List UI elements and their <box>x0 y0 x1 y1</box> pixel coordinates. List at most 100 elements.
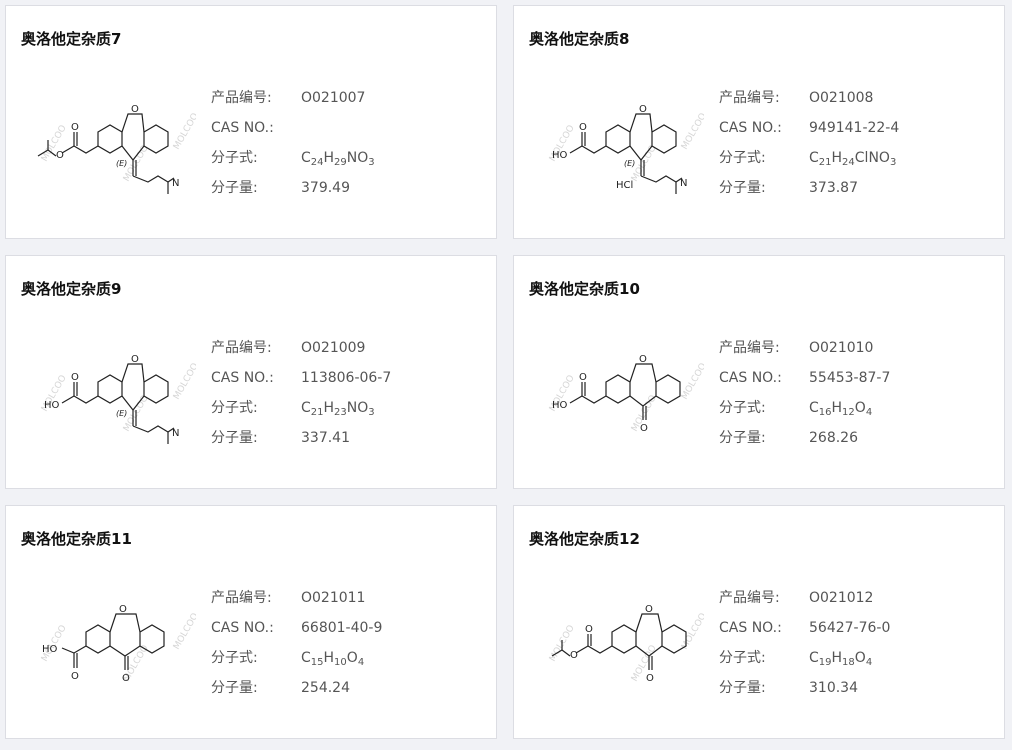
formula-row: 分子式: C19H18O4 <box>719 648 890 678</box>
product-no-row: 产品编号: O021011 <box>211 588 382 618</box>
formula-value: C19H18O4 <box>809 648 872 673</box>
formula-value: C21H23NO3 <box>301 398 375 423</box>
cas-row: CAS NO.: 66801-40-9 <box>211 618 382 648</box>
product-card-7[interactable]: 奥洛他定杂质7 MOLCOO MOLCOO MOLCOO O O O (E) N… <box>5 5 497 239</box>
atom-label: (E) <box>116 409 127 418</box>
cas-label: CAS NO.: <box>211 370 274 386</box>
product-title[interactable]: 奥洛他定杂质10 <box>529 278 640 299</box>
product-no-value: O021011 <box>301 590 366 606</box>
cas-value: 56427-76-0 <box>809 620 891 636</box>
product-properties: 产品编号: O021012 CAS NO.: 56427-76-0 分子式: C19H… <box>719 588 890 708</box>
atom-label: N <box>172 428 179 439</box>
atom-label: O <box>131 354 139 365</box>
watermark: MOLCOO MOLCOO MOLCOO <box>548 612 704 684</box>
formula-part: H <box>323 150 335 166</box>
formula-part: C <box>809 650 819 666</box>
product-properties: 产品编号: O021008 CAS NO.: 949141-22-4 分子式: C21… <box>719 88 899 208</box>
cas-label: CAS NO.: <box>719 120 782 136</box>
atom-label: O <box>71 671 79 682</box>
product-properties: 产品编号: O021009 CAS NO.: 113806-06-7 分子式: C21… <box>211 338 391 458</box>
formula-subscript: 24 <box>310 157 324 168</box>
mol-weight-label: 分子量: <box>211 680 258 696</box>
product-title[interactable]: 奥洛他定杂质8 <box>529 28 629 49</box>
product-title[interactable]: 奥洛他定杂质11 <box>21 528 132 549</box>
atom-label: O <box>570 650 578 661</box>
product-card-12[interactable]: 奥洛他定杂质12 MOLCOO MOLCOO MOLCOO O O O O 产品… <box>513 505 1005 739</box>
formula-subscript: 23 <box>334 407 347 418</box>
molecule-bonds <box>61 613 165 670</box>
atom-label: HO <box>44 400 60 411</box>
product-title[interactable]: 奥洛他定杂质12 <box>529 528 640 549</box>
mol-weight-row: 分子量: 337.41 <box>211 428 391 458</box>
formula-subscript: 15 <box>310 657 324 668</box>
watermark-text: MOLCOO <box>172 362 196 402</box>
formula-part: ClNO <box>854 150 890 166</box>
product-no-row: 产品编号: O021008 <box>719 88 899 118</box>
mol-weight-row: 分子量: 254.24 <box>211 678 382 708</box>
product-title[interactable]: 奥洛他定杂质7 <box>21 28 121 49</box>
formula-part: C <box>809 150 819 166</box>
watermark-text: MOLCOO <box>172 612 196 652</box>
watermark-text: MOLCOO <box>630 644 659 684</box>
product-no-value: O021007 <box>301 90 366 106</box>
mol-weight-label: 分子量: <box>719 680 766 696</box>
product-no-row: 产品编号: O021007 <box>211 88 375 118</box>
product-no-row: 产品编号: O021010 <box>719 338 890 368</box>
formula-part: H <box>831 400 843 416</box>
formula-subscript: 4 <box>865 407 873 418</box>
atom-label: O <box>645 604 653 615</box>
product-card-11[interactable]: 奥洛他定杂质11 MOLCOO MOLCOO MOLCOO O HO O O 产… <box>5 505 497 739</box>
formula-subscript: 21 <box>818 157 832 168</box>
atom-label: N <box>680 178 687 189</box>
watermark-text: MOLCOO <box>680 112 704 152</box>
structure-image: MOLCOO MOLCOO MOLCOO O HO O O <box>40 604 196 684</box>
formula-row: 分子式: C24H29NO3 <box>211 148 375 178</box>
watermark: MOLCOO MOLCOO MOLCOO <box>548 362 704 434</box>
atom-label: (E) <box>116 159 127 168</box>
product-no-label: 产品编号: <box>211 90 272 106</box>
product-title[interactable]: 奥洛他定杂质9 <box>21 278 121 299</box>
watermark: MOLCOO MOLCOO MOLCOO <box>40 362 196 434</box>
formula-value: C16H12O4 <box>809 398 872 423</box>
atom-label: O <box>585 624 593 635</box>
formula-part: C <box>809 400 819 416</box>
cas-row: CAS NO.: 56427-76-0 <box>719 618 890 648</box>
mol-weight-value: 379.49 <box>301 180 350 196</box>
molecule-bonds <box>551 613 687 670</box>
mol-weight-value: 373.87 <box>809 180 858 196</box>
product-no-value: O021008 <box>809 90 874 106</box>
formula-value: C24H29NO3 <box>301 148 375 173</box>
product-no-row: 产品编号: O021009 <box>211 338 391 368</box>
formula-part: H <box>831 650 843 666</box>
atom-label: O <box>640 423 648 434</box>
product-no-label: 产品编号: <box>719 90 780 106</box>
formula-part: C <box>301 150 311 166</box>
mol-weight-value: 254.24 <box>301 680 350 696</box>
atom-label: N <box>172 178 179 189</box>
atom-label: O <box>119 604 127 615</box>
mol-weight-value: 337.41 <box>301 430 350 446</box>
cas-label: CAS NO.: <box>211 620 274 636</box>
mol-weight-label: 分子量: <box>211 430 258 446</box>
formula-part: O <box>854 400 866 416</box>
formula-subscript: 21 <box>310 407 324 418</box>
formula-row: 分子式: C16H12O4 <box>719 398 890 428</box>
atom-label: O <box>579 372 587 383</box>
formula-subscript: 4 <box>357 657 365 668</box>
mol-weight-row: 分子量: 379.49 <box>211 178 375 208</box>
formula-part: H <box>323 400 335 416</box>
formula-label: 分子式: <box>719 400 766 416</box>
product-card-9[interactable]: 奥洛他定杂质9 MOLCOO MOLCOO MOLCOO O O HO (E) … <box>5 255 497 489</box>
product-card-10[interactable]: 奥洛他定杂质10 MOLCOO MOLCOO MOLCOO O O HO O 产… <box>513 255 1005 489</box>
product-card-8[interactable]: 奥洛他定杂质8 MOLCOO MOLCOO MOLCOO O O HO (E) … <box>513 5 1005 239</box>
cas-value: 113806-06-7 <box>301 370 392 386</box>
cas-row: CAS NO.: <box>211 118 375 148</box>
formula-subscript: 3 <box>889 157 897 168</box>
mol-weight-row: 分子量: 310.34 <box>719 678 890 708</box>
formula-subscript: 19 <box>818 657 832 668</box>
product-no-label: 产品编号: <box>211 340 272 356</box>
cas-row: CAS NO.: 55453-87-7 <box>719 368 890 398</box>
product-no-label: 产品编号: <box>719 340 780 356</box>
mol-weight-value: 268.26 <box>809 430 858 446</box>
structure-image: MOLCOO MOLCOO MOLCOO O O HO (E) N <box>40 354 196 444</box>
